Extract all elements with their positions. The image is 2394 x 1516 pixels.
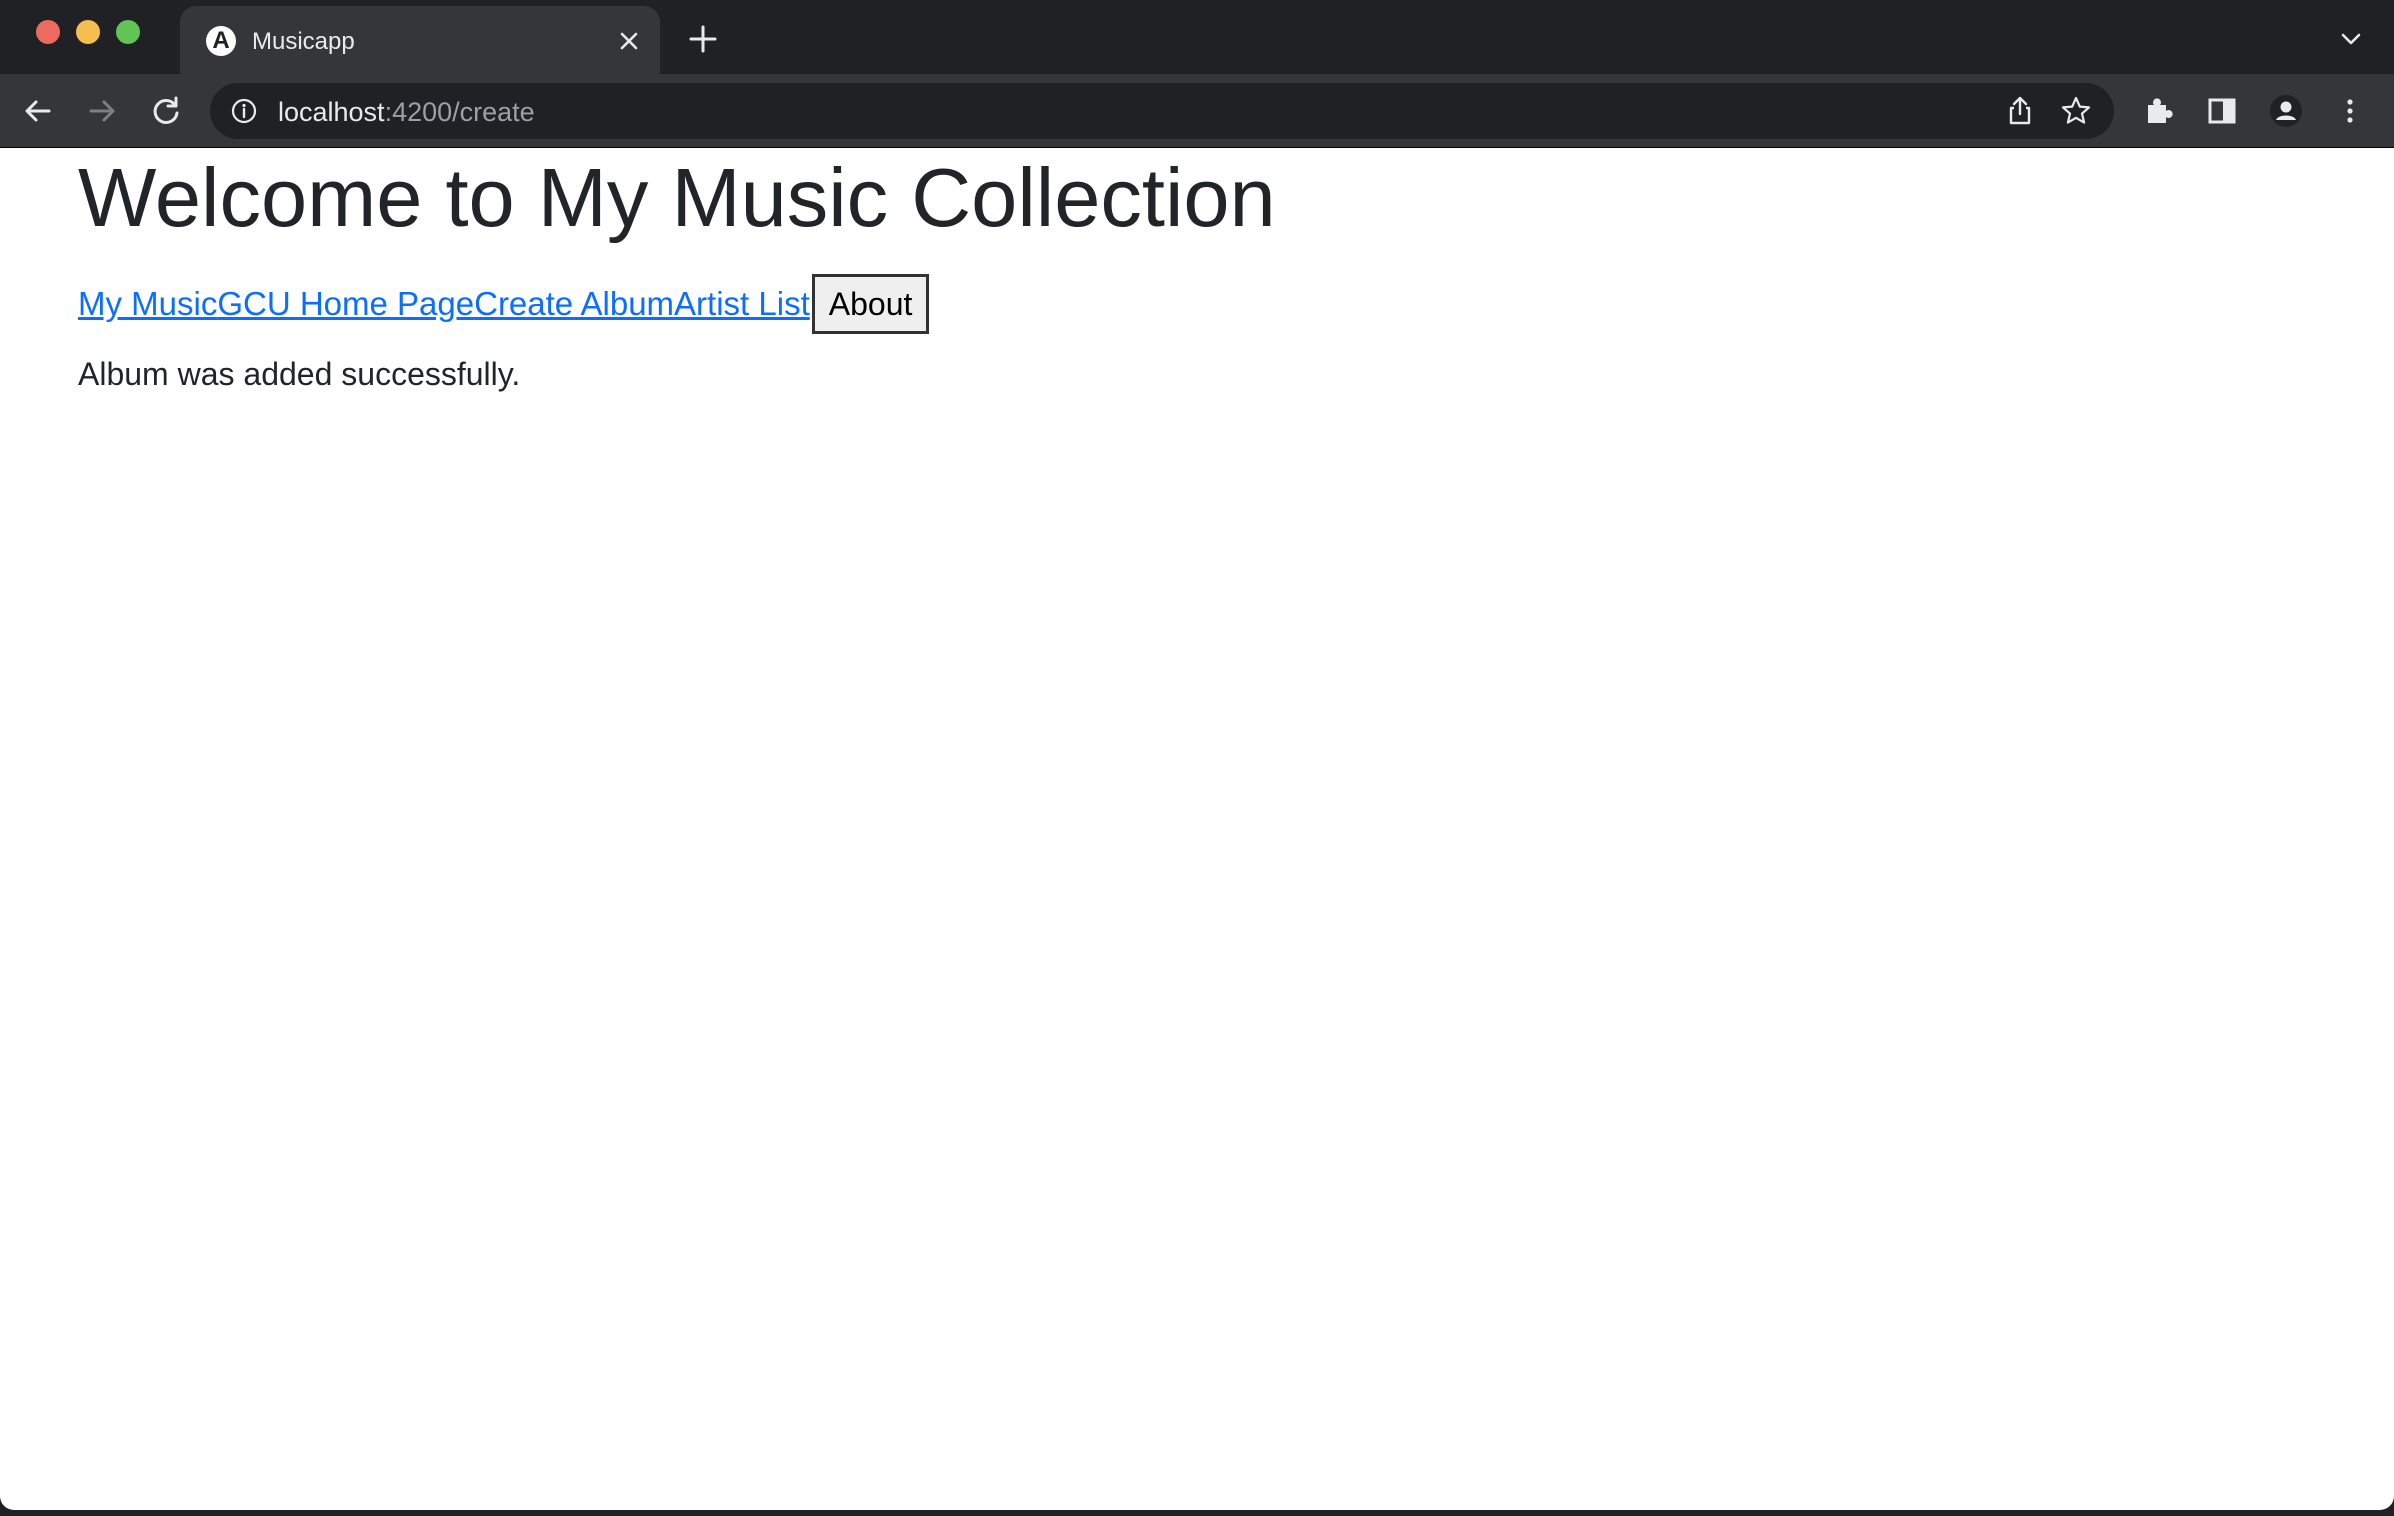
tab-title: Musicapp: [252, 28, 355, 55]
url-text[interactable]: localhost:4200/create: [278, 97, 535, 128]
back-arrow-icon[interactable]: [20, 93, 56, 129]
browser-toolbar: localhost:4200/create: [0, 74, 2394, 148]
new-tab-icon[interactable]: [686, 22, 720, 56]
nav-link-artist-list[interactable]: Artist List: [674, 284, 810, 324]
more-menu-icon[interactable]: [2332, 93, 2368, 129]
app-root: Welcome to My Music Collection My Music …: [78, 148, 1276, 394]
window-controls: [36, 20, 140, 44]
close-window-button[interactable]: [36, 20, 60, 44]
bookmark-star-icon[interactable]: [2060, 95, 2092, 127]
tab-strip: A Musicapp: [0, 0, 2394, 74]
about-button[interactable]: About: [811, 274, 930, 334]
forward-arrow-icon[interactable]: [84, 93, 120, 129]
chevron-down-icon[interactable]: [2338, 26, 2364, 52]
reload-icon[interactable]: [148, 93, 184, 129]
nav-link-gcu-home-page[interactable]: GCU Home Page: [217, 284, 474, 324]
tab-musicapp[interactable]: A Musicapp: [180, 6, 660, 74]
main-nav: My Music GCU Home Page Create Album Arti…: [78, 274, 1276, 334]
page-viewport: Welcome to My Music Collection My Music …: [0, 148, 2394, 1510]
nav-link-create-album[interactable]: Create Album: [474, 284, 674, 324]
profile-avatar-icon[interactable]: [2268, 93, 2304, 129]
status-message: Album was added successfully.: [78, 356, 521, 392]
address-bar[interactable]: localhost:4200/create: [210, 83, 2114, 139]
close-tab-icon[interactable]: [614, 26, 644, 56]
maximize-window-button[interactable]: [116, 20, 140, 44]
angular-favicon-icon: A: [206, 26, 236, 56]
page-title: Welcome to My Music Collection: [78, 151, 1276, 244]
url-host: localhost: [278, 97, 385, 127]
share-icon[interactable]: [2004, 95, 2036, 127]
extensions-puzzle-icon[interactable]: [2140, 93, 2176, 129]
browser-window: A Musicapp localhost:4200/create Welcome…: [0, 0, 2394, 1516]
url-path: :4200/create: [384, 97, 535, 127]
nav-link-my-music[interactable]: My Music: [78, 284, 217, 324]
side-panel-icon[interactable]: [2204, 93, 2240, 129]
site-info-icon[interactable]: [230, 97, 258, 125]
minimize-window-button[interactable]: [76, 20, 100, 44]
